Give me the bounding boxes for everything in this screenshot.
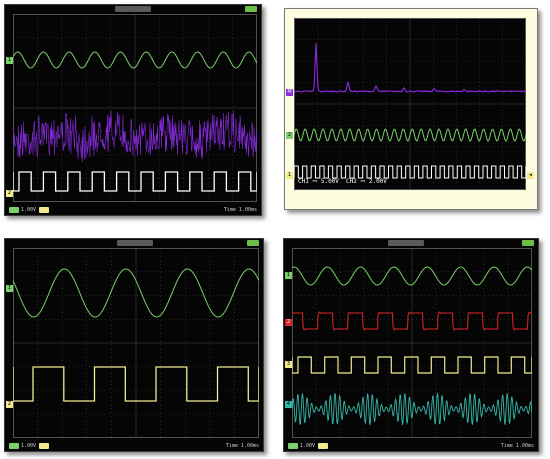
volts-per-div-label: 1.00V [300, 443, 316, 449]
top-status-bar [5, 239, 263, 247]
waveform-display [292, 248, 532, 438]
volts-per-div-label: 1.00V [21, 443, 37, 449]
trigger-indicator [117, 240, 153, 246]
waveform-screen [13, 14, 257, 202]
channel-2-chip [39, 443, 49, 449]
top-status-bar [5, 5, 261, 13]
channel-3-marker[interactable]: 3 [285, 361, 292, 368]
channel-2-chip [318, 443, 328, 449]
channel-1-marker[interactable]: 1 [286, 172, 293, 179]
square-wave-trace [294, 165, 526, 179]
channel-1-marker[interactable]: 1 [6, 57, 13, 64]
waveform-display [294, 18, 526, 190]
channel-1-marker[interactable]: 1 [6, 285, 13, 292]
channel-2-marker[interactable]: 2 [286, 132, 293, 139]
channel-1-chip [9, 443, 19, 449]
run-status-indicator [245, 6, 257, 12]
run-status-indicator [522, 240, 534, 246]
bottom-status-bar: 1.00V Time 1.00ms [284, 442, 538, 451]
channel-2-readout: CH2 ⎓ 2.00V [346, 178, 387, 185]
trigger-indicator [115, 6, 151, 12]
timebase-label: Time 1.00ms [225, 443, 259, 449]
channel-1-marker[interactable]: 1 [285, 272, 292, 279]
waveform-screen [292, 248, 532, 438]
channel-1-readout: CH1 ⎓ 5.00V [298, 178, 339, 185]
channel-4-marker[interactable]: 4 [285, 401, 292, 408]
channel-2-chip [39, 207, 49, 213]
trigger-level-marker[interactable]: ◂ [527, 172, 534, 179]
bottom-status-bar: 1.00V Time 1.00ms [5, 442, 263, 451]
channel-2-marker[interactable]: 2 [285, 319, 292, 326]
channel-2-marker[interactable]: 2 [6, 401, 13, 408]
oscilloscope-panel-top-left: 1 2 1.00V Time 1.00ms [4, 4, 262, 216]
run-status-indicator [247, 240, 259, 246]
oscilloscope-panel-bottom-right: 1 2 3 4 1.00V Time 1.00ms [283, 238, 539, 452]
waveform-display [13, 14, 257, 202]
waveform-screen [13, 248, 259, 438]
oscilloscope-panel-top-right: CH1 ⎓ 5.00V CH2 ⎓ 2.00V M 2 1 ◂ [284, 8, 538, 210]
channel-1-chip [288, 443, 298, 449]
trigger-indicator [388, 240, 424, 246]
oscilloscope-panel-bottom-left: 1 2 1.00V Time 1.00ms [4, 238, 264, 452]
volts-per-div-label: 1.00V [21, 207, 37, 213]
timebase-label: Time 1.00ms [500, 443, 534, 449]
waveform-display [13, 248, 259, 438]
bottom-status-bar: 1.00V Time 1.00ms [5, 206, 261, 215]
timebase-label: Time 1.00ms [223, 207, 257, 213]
channel-2-marker[interactable]: 2 [6, 190, 13, 197]
channel-1-chip [9, 207, 19, 213]
math-channel-marker[interactable]: M [286, 89, 293, 96]
top-status-bar [284, 239, 538, 247]
waveform-screen: CH1 ⎓ 5.00V CH2 ⎓ 2.00V [294, 18, 526, 190]
